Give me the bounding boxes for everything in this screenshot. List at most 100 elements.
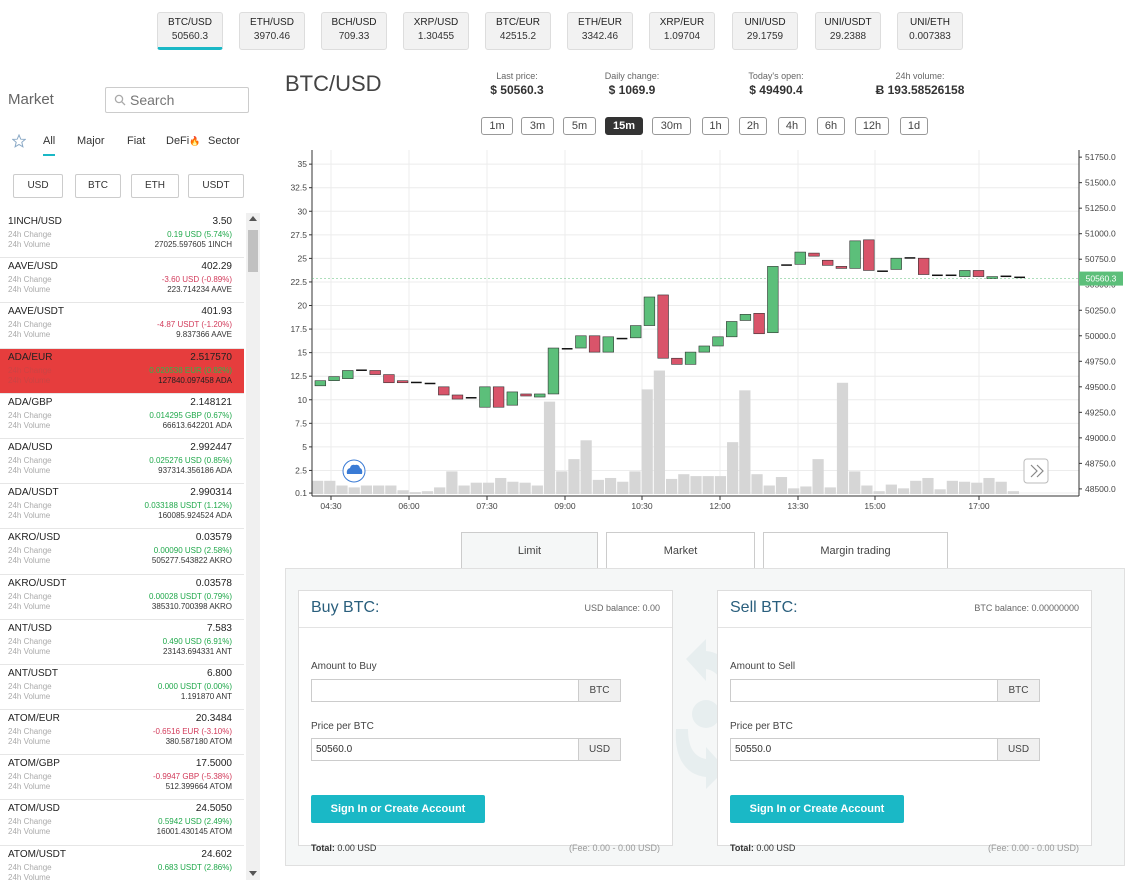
scroll-up-arrow[interactable] [249, 216, 257, 221]
candle-down [520, 393, 532, 397]
cloud-icon[interactable] [342, 459, 366, 483]
time-tick-label: 12:00 [709, 501, 731, 511]
pair-change: -0.9947 GBP (-5.38%) [152, 772, 232, 782]
volume-bar [470, 482, 482, 494]
interval-30m[interactable]: 30m [652, 117, 691, 135]
interval-15m[interactable]: 15m [605, 117, 643, 135]
interval-6h[interactable]: 6h [817, 117, 845, 135]
pair-volume: 505277.543822 AKRO [151, 556, 232, 566]
buy-balance: USD balance: 0.00 [584, 603, 660, 613]
volume-bar [336, 485, 348, 494]
volume-tick-label: 12.5 [290, 371, 307, 381]
pair-row[interactable]: ATOM/GBP 17.5000 24h Change 24h Volume -0.99… [0, 755, 244, 801]
interval-3m[interactable]: 3m [521, 117, 554, 135]
quote-usdt-button[interactable]: USDT [188, 174, 244, 198]
tab-margin-trading[interactable]: Margin trading [763, 532, 948, 568]
interval-4h[interactable]: 4h [778, 117, 806, 135]
volume-tick-label: 17.5 [290, 324, 307, 334]
change-label: 24h Change [8, 275, 52, 285]
pair-row[interactable]: AKRO/USD 0.03579 24h Change 24h Volume 0.000… [0, 529, 244, 575]
pair-row[interactable]: AAVE/USDT 401.93 24h Change 24h Volume -4.87… [0, 303, 244, 349]
pair-volume: 127840.097458 ADA [158, 375, 232, 385]
pair-row[interactable]: 1INCH/USD 3.50 24h Change 24h Volume 0.19 US… [0, 213, 244, 259]
candle-down [972, 270, 985, 277]
interval-12h[interactable]: 12h [855, 117, 889, 135]
ticker-item[interactable]: UNI/USDT 29.2388 [815, 12, 881, 50]
scroll-right-button[interactable] [1023, 458, 1049, 484]
pair-row[interactable]: ATOM/USDT 24.602 24h Change 24h Volume 0.683… [0, 846, 244, 880]
ticker-pair: BTC/EUR [496, 17, 540, 28]
ticker-item[interactable]: ETH/USD 3970.46 [239, 12, 305, 50]
volume-bar [788, 488, 800, 494]
interval-1d[interactable]: 1d [900, 117, 928, 135]
buy-total: Total: 0.00 USD [311, 843, 376, 853]
interval-1h[interactable]: 1h [702, 117, 729, 135]
sell-signin-button[interactable]: Sign In or Create Account [730, 795, 904, 823]
pair-row[interactable]: ADA/EUR 2.517570 24h Change 24h Volume 0.020… [0, 348, 244, 394]
tab-all[interactable]: All [43, 135, 56, 156]
pair-volume: 380.587180 ATOM [165, 737, 232, 747]
pair-change: 0.19 USD (5.74%) [167, 230, 232, 239]
time-tick-label: 09:00 [554, 501, 576, 511]
tab-market[interactable]: Market [606, 532, 755, 568]
ticker-item[interactable]: UNI/USD 29.1759 [732, 12, 798, 50]
candle-up [561, 348, 573, 350]
pair-volume: 1.191870 ANT [180, 691, 232, 701]
volume-bar [861, 485, 873, 494]
ticker-item[interactable]: BTC/USD 50560.3 [157, 12, 223, 50]
interval-1m[interactable]: 1m [481, 117, 513, 135]
price-tick-label: 50750.0 [1085, 254, 1116, 264]
pair-row[interactable]: ADA/GBP 2.148121 24h Change 24h Volume 0.014… [0, 394, 244, 439]
pair-row[interactable]: ADA/USDT 2.990314 24h Change 24h Volume 0.03… [0, 484, 244, 530]
price-chart[interactable]: 0.1 2.5 5 7.5 10 12.5 15 17.5 20 22.5 25 27.5 30 32.5… [285, 145, 1125, 520]
quote-btc-button[interactable]: BTC [75, 174, 121, 198]
volume-label: 24h Volume [8, 511, 51, 521]
tab-limit[interactable]: Limit [461, 532, 598, 568]
volume-bar [360, 485, 373, 494]
pair-row[interactable]: ATOM/EUR 20.3484 24h Change 24h Volume -0.65… [0, 710, 244, 756]
candle-up [314, 380, 327, 387]
ticker-item[interactable]: UNI/ETH 0.007383 [897, 12, 963, 50]
scroll-thumb[interactable] [248, 230, 258, 272]
pair-row[interactable]: ANT/USDT 6.800 24h Change 24h Volume 0.000 U… [0, 665, 244, 711]
sell-amount-input[interactable] [730, 679, 998, 702]
interval-selector: 1m 3m 5m 15m 30m 1h 2h 4h 6h 12h 1d [0, 117, 1144, 137]
volume-bar [531, 485, 543, 494]
ticker-item[interactable]: BCH/USD 709.33 [321, 12, 387, 50]
candle-up [794, 251, 806, 265]
interval-2h[interactable]: 2h [739, 117, 767, 135]
price-tick-label: 49250.0 [1085, 407, 1116, 417]
ticker-item[interactable]: XRP/EUR 1.09704 [649, 12, 715, 50]
quote-usd-button[interactable]: USD [13, 174, 63, 198]
sell-price-input[interactable] [730, 738, 998, 761]
pair-row[interactable]: ADA/USD 2.992447 24h Change 24h Volume 0.025… [0, 439, 244, 485]
ticker-item[interactable]: XRP/USD 1.30455 [403, 12, 469, 50]
pair-price: 2.148121 [190, 396, 232, 408]
quote-eth-button[interactable]: ETH [131, 174, 179, 198]
buy-signin-button[interactable]: Sign In or Create Account [311, 795, 485, 823]
change-label: 24h Change [8, 817, 52, 827]
ticker-item[interactable]: BTC/EUR 42515.2 [485, 12, 551, 50]
pair-row[interactable]: AAVE/USD 402.29 24h Change 24h Volume -3.60 … [0, 258, 244, 304]
pair-row[interactable]: AKRO/USDT 0.03578 24h Change 24h Volume 0.00… [0, 575, 244, 620]
pair-change: 0.014295 GBP (0.67%) [149, 410, 232, 420]
volume-label: 24h Volume [8, 691, 51, 701]
search-input[interactable] [130, 91, 242, 109]
ticker-item[interactable]: ETH/EUR 3342.46 [567, 12, 633, 50]
pair-name: AKRO/USDT [8, 577, 67, 589]
interval-5m[interactable]: 5m [563, 117, 596, 135]
scrollbar[interactable] [246, 213, 260, 880]
pair-price: 6.800 [206, 667, 232, 679]
change-label: 24h Change [8, 501, 52, 511]
pair-row[interactable]: ATOM/USD 24.5050 24h Change 24h Volume 0.594… [0, 800, 244, 846]
search-box[interactable] [105, 87, 249, 113]
buy-price-input[interactable] [311, 738, 579, 761]
pair-row[interactable]: ANT/USD 7.583 24h Change 24h Volume 0.490 US… [0, 620, 244, 665]
volume-tick-label: 15 [298, 348, 308, 358]
candle-up [575, 335, 587, 349]
pair-price: 401.93 [201, 306, 232, 318]
fire-icon: 🔥 [189, 136, 201, 146]
volume-tick-label: 32.5 [290, 183, 307, 193]
scroll-down-arrow[interactable] [249, 871, 257, 876]
buy-amount-input[interactable] [311, 679, 579, 702]
